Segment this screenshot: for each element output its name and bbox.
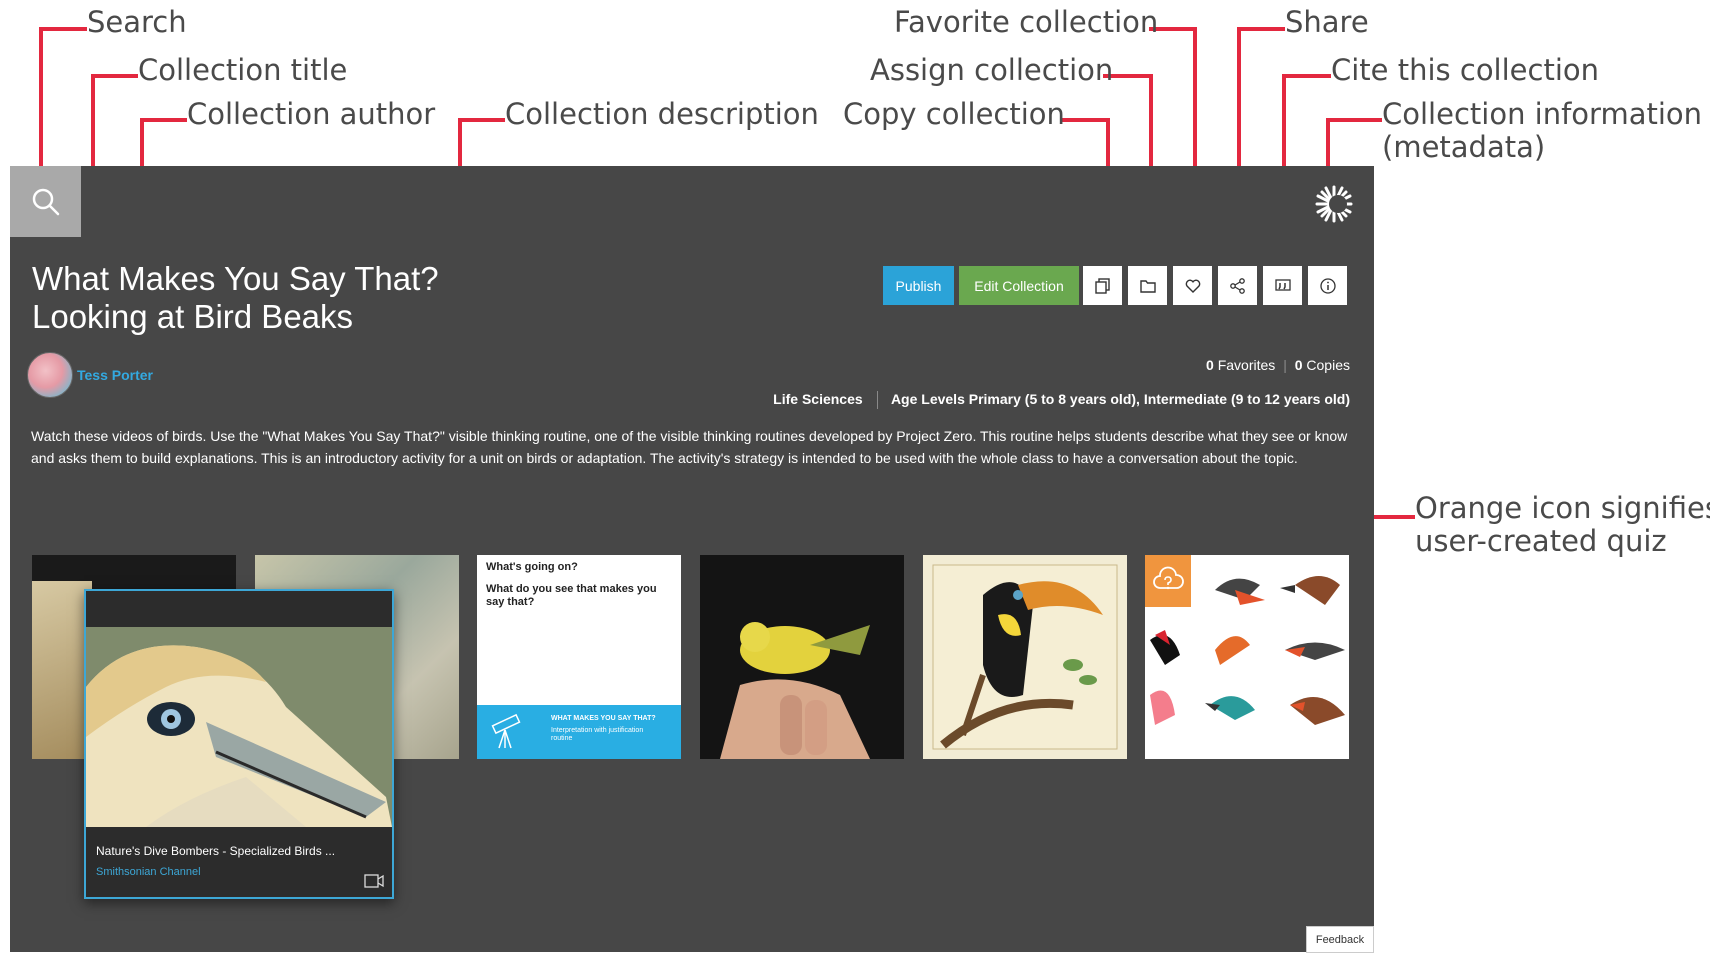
share-collection-button[interactable] xyxy=(1218,266,1257,305)
collection-stats: 0 Favorites | 0 Copies xyxy=(1206,357,1350,373)
collection-information-annotation: Collection information (metadata) xyxy=(1382,98,1702,164)
share-icon xyxy=(1229,277,1245,294)
publish-button[interactable]: Publish xyxy=(883,266,954,305)
resource-title[interactable]: Nature's Dive Bombers - Specialized Bird… xyxy=(96,844,335,858)
collection-metadata: Life Sciences Age Levels Primary (5 to 8… xyxy=(773,391,1350,410)
title-callout-line xyxy=(91,74,138,78)
collection-author-annotation: Collection author xyxy=(187,97,436,131)
share-callout-line xyxy=(1237,27,1285,31)
collection-information-annotation-line2: (metadata) xyxy=(1382,130,1546,164)
share-annotation: Share xyxy=(1285,5,1369,39)
collection-description-annotation: Collection description xyxy=(505,97,819,131)
copy-icon xyxy=(1094,277,1110,294)
collection-description: Watch these videos of birds. Use the "Wh… xyxy=(31,428,1348,466)
toucan-image xyxy=(932,564,1118,750)
cite-collection-button[interactable] xyxy=(1263,266,1302,305)
video-icon xyxy=(364,874,384,888)
copies-label: Copies xyxy=(1306,357,1350,373)
routine-question-1: What's going on? xyxy=(486,561,578,573)
routine-band-title: WHAT MAKES YOU SAY THAT? xyxy=(551,715,656,722)
author-callout-line xyxy=(140,118,187,122)
collection-title-annotation: Collection title xyxy=(138,53,348,87)
quiz-cloud-icon xyxy=(1153,566,1184,590)
resource-tile-toucan-illustration[interactable] xyxy=(923,555,1127,759)
stats-divider: | xyxy=(1283,357,1287,373)
gannet-video-thumbnail xyxy=(86,627,392,827)
quiz-annotation-line2: user-created quiz xyxy=(1415,524,1667,558)
warbler-image xyxy=(700,555,904,759)
quiz-badge[interactable] xyxy=(1145,555,1191,607)
collection-title-line2: Looking at Bird Beaks xyxy=(32,298,354,335)
telescope-icon xyxy=(491,713,521,749)
quiz-annotation: Orange icon signifies user-created quiz xyxy=(1415,492,1710,558)
info-icon xyxy=(1319,277,1336,294)
copy-collection-button[interactable] xyxy=(1083,266,1122,305)
heart-icon xyxy=(1185,279,1200,293)
author-row: Tess Porter xyxy=(27,352,153,398)
search-callout-line xyxy=(39,27,87,31)
search-callout-line xyxy=(39,27,43,172)
copy-callout-line xyxy=(1062,118,1110,122)
favorites-count: 0 xyxy=(1206,357,1214,373)
search-button[interactable] xyxy=(10,166,81,237)
routine-band: WHAT MAKES YOU SAY THAT? Interpretation … xyxy=(477,705,681,759)
age-levels-label: Age Levels Primary (5 to 8 years old), I… xyxy=(890,391,1350,407)
resource-hover-card[interactable]: Nature's Dive Bombers - Specialized Bird… xyxy=(84,589,394,899)
folder-icon xyxy=(1139,279,1156,293)
edit-collection-button[interactable]: Edit Collection xyxy=(959,266,1079,305)
subject-label: Life Sciences xyxy=(773,391,863,407)
quiz-annotation-line1: Orange icon signifies xyxy=(1415,491,1710,525)
cite-callout-line xyxy=(1282,74,1331,78)
resource-tile-routine[interactable]: What's going on? What do you see that ma… xyxy=(477,555,681,759)
favorite-collection-button[interactable] xyxy=(1173,266,1212,305)
smithsonian-sunburst-icon[interactable] xyxy=(1314,184,1354,224)
favorite-collection-annotation: Favorite collection xyxy=(894,5,1159,39)
collection-information-annotation-line1: Collection information xyxy=(1382,97,1703,131)
cite-collection-annotation: Cite this collection xyxy=(1331,53,1600,87)
search-annotation: Search xyxy=(87,5,187,39)
quote-icon xyxy=(1274,278,1291,291)
gannet-closeup-image xyxy=(86,627,392,827)
author-link[interactable]: Tess Porter xyxy=(77,367,153,383)
assign-collection-annotation: Assign collection xyxy=(870,53,1114,87)
favorites-label: Favorites xyxy=(1217,357,1276,373)
copy-collection-annotation: Copy collection xyxy=(843,97,1065,131)
avatar[interactable] xyxy=(27,352,73,398)
assign-collection-button[interactable] xyxy=(1128,266,1167,305)
routine-band-subtitle: Interpretation with justification routin… xyxy=(551,727,644,742)
copies-count: 0 xyxy=(1294,357,1303,373)
gannet-image xyxy=(32,581,92,759)
metadata-divider xyxy=(876,391,878,410)
collection-title-line1: What Makes You Say That? xyxy=(32,260,439,297)
routine-question-2: What do you see that makes you say that? xyxy=(486,583,657,608)
search-icon xyxy=(32,188,59,215)
resource-source[interactable]: Smithsonian Channel xyxy=(96,866,201,878)
resource-tile-quiz[interactable] xyxy=(1145,555,1349,759)
info-callout-line xyxy=(1326,118,1382,122)
feedback-tab[interactable]: Feedback xyxy=(1306,926,1374,953)
resource-tile-warbler-photo[interactable] xyxy=(700,555,904,759)
collection-title: What Makes You Say That? Looking at Bird… xyxy=(32,260,439,336)
collection-info-button[interactable] xyxy=(1308,266,1347,305)
description-callout-line xyxy=(458,118,505,122)
